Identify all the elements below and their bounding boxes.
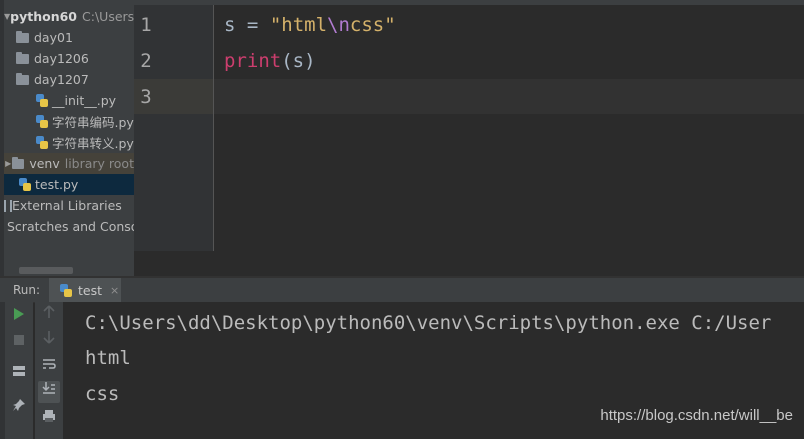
tree-item-label: day01 [34, 30, 73, 45]
code-variable: s [224, 14, 236, 36]
code-editor[interactable]: 1 2 3 s = "html\ncss" print(s) [134, 0, 804, 276]
watermark: https://blog.csdn.net/will__be [600, 407, 793, 424]
tree-item-label: __init__.py [52, 93, 117, 108]
tree-item-string-encoding-py[interactable]: 字符串编码.py [4, 111, 134, 132]
soft-wrap-button[interactable] [38, 357, 60, 379]
folder-icon [12, 156, 25, 169]
layout-button[interactable] [8, 364, 30, 386]
code-line-1[interactable]: s = "html\ncss" [224, 14, 396, 36]
line-number: 3 [140, 86, 152, 108]
python-file-icon [35, 94, 48, 107]
run-tab-label: test [78, 282, 103, 298]
tree-item-label: day1206 [34, 51, 89, 66]
code-line-2[interactable]: print(s) [224, 50, 316, 72]
library-icon [4, 199, 12, 212]
pin-tab-button[interactable] [8, 398, 30, 420]
python-file-icon [59, 283, 72, 297]
print-icon [43, 410, 55, 422]
console-toolbar [35, 302, 63, 439]
python-file-icon [35, 115, 48, 128]
tree-root-python60[interactable]: ▼ python60 C:\Users\ [4, 6, 134, 27]
tree-item-init-py[interactable]: __init__.py [4, 90, 134, 111]
folder-icon [16, 30, 29, 43]
project-path: C:\Users\ [82, 9, 134, 24]
pin-icon [13, 399, 25, 411]
tree-item-external-libraries[interactable]: External Libraries [4, 195, 134, 216]
code-string-close: css" [349, 14, 396, 36]
tree-item-label: External Libraries [12, 198, 122, 213]
horizontal-scrollbar[interactable] [19, 267, 73, 274]
line-number: 1 [140, 14, 152, 36]
console-line: html [85, 347, 131, 369]
tree-item-day1206[interactable]: day1206 [4, 48, 134, 69]
play-icon [14, 308, 24, 320]
library-root-note: library root [64, 156, 134, 171]
code-escape-sequence: \n [327, 14, 350, 36]
line-number: 2 [140, 50, 152, 72]
tree-item-label: 字符串转义.py [52, 136, 134, 151]
layout-icon [13, 366, 25, 376]
tree-item-label: Scratches and Consoles [7, 219, 134, 234]
code-operator: = [246, 14, 259, 36]
tree-item-day01[interactable]: day01 [4, 27, 134, 48]
arrow-up-icon [43, 305, 55, 318]
run-tab-test[interactable]: test × [49, 278, 121, 302]
python-file-icon [18, 178, 31, 191]
scroll-up-button[interactable] [38, 305, 60, 327]
scroll-to-end-button[interactable] [38, 381, 60, 403]
code-arguments: (s) [281, 50, 316, 72]
tree-item-label: venv [29, 156, 60, 171]
scroll-down-button[interactable] [38, 330, 60, 352]
project-tree-panel: ▼ python60 C:\Users\ day01 day1206 day12… [0, 0, 134, 276]
tree-item-day1207[interactable]: day1207 [4, 69, 134, 90]
tree-item-venv[interactable]: ▶ venv library root [4, 153, 134, 174]
tree-item-test-py[interactable]: test.py [4, 174, 134, 195]
folder-icon [16, 72, 29, 85]
code-string-open: "html [269, 14, 328, 36]
folder-icon [16, 51, 29, 64]
tree-item-string-escape-py[interactable]: 字符串转义.py [4, 132, 134, 153]
tree-item-scratches[interactable]: Scratches and Consoles [4, 216, 134, 237]
editor-tab-strip [134, 0, 804, 5]
editor-bottom-area [134, 251, 804, 276]
tree-item-label: day1207 [34, 72, 89, 87]
line-number-gutter [134, 5, 214, 251]
run-label: Run: [13, 283, 41, 297]
tree-item-label: 字符串编码.py [52, 115, 134, 130]
run-toolbar [5, 302, 33, 439]
arrow-down-icon [43, 331, 55, 344]
stop-button[interactable] [8, 332, 30, 354]
close-icon[interactable]: × [110, 284, 119, 297]
stop-icon [14, 335, 24, 345]
soft-wrap-icon [43, 359, 56, 369]
code-builtin-function: print [224, 50, 282, 72]
scroll-to-end-icon [42, 382, 55, 394]
chevron-right-icon[interactable]: ▶ [4, 159, 12, 168]
current-line-highlight [214, 79, 804, 114]
console-line: C:\Users\dd\Desktop\python60\venv\Script… [85, 312, 772, 334]
python-file-icon [35, 136, 48, 149]
project-name: python60 [10, 9, 78, 24]
tree-item-label: test.py [35, 177, 79, 192]
console-line: css [85, 383, 120, 405]
print-button[interactable] [38, 409, 60, 431]
rerun-button[interactable] [8, 307, 30, 329]
run-panel-header: Run: test × [0, 278, 804, 303]
